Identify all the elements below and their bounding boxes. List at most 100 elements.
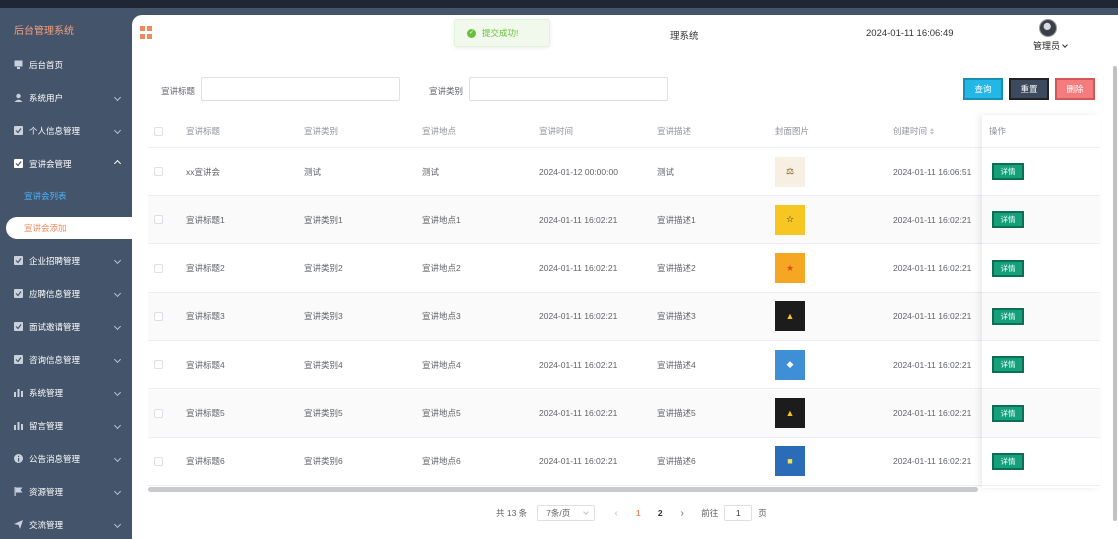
sidebar-item-applications[interactable]: 应聘信息管理: [0, 277, 132, 310]
sidebar-item-home[interactable]: 后台首页: [0, 48, 132, 81]
vertical-scrollbar[interactable]: [1113, 66, 1117, 521]
sidebar-item-seminar-management[interactable]: 宣讲会管理: [0, 147, 132, 180]
caret-down-icon: [1062, 42, 1068, 48]
table-row: 宣讲标题2 宣讲类别2 宣讲地点2 2024-01-11 16:02:21 宣讲描述2 2…: [148, 245, 1100, 293]
col-time: 宣讲时间: [539, 126, 574, 136]
goto-label: 前往: [701, 508, 719, 518]
row-checkbox[interactable]: [154, 215, 163, 225]
chevron-down-icon: [113, 126, 122, 135]
sidebar-item-system-users[interactable]: 系统用户: [0, 81, 132, 114]
detail-button[interactable]: 详情: [992, 307, 1024, 325]
sidebar-item-messages[interactable]: 留言管理: [0, 409, 132, 442]
cell-place: 宣讲地点1: [422, 214, 461, 225]
page-size-select[interactable]: 7条/页: [537, 505, 596, 521]
cell-type: 宣讲类别2: [304, 263, 343, 274]
row-checkbox[interactable]: [154, 311, 163, 321]
cell-time: 2024-01-11 16:02:21: [539, 456, 618, 467]
sidebar-item-label: 个人信息管理: [29, 125, 81, 136]
cell-type: 宣讲类别3: [304, 311, 343, 322]
sidebar-item-label: 系统用户: [29, 92, 64, 103]
cell-type: 宣讲类别4: [304, 359, 343, 370]
chevron-down-icon: [113, 421, 122, 430]
search-title-input[interactable]: [201, 77, 400, 101]
horizontal-scrollbar[interactable]: [148, 487, 978, 492]
table-row: 宣讲标题3 宣讲类别3 宣讲地点3 2024-01-11 16:02:21 宣讲描述3 2…: [148, 292, 1100, 341]
row-checkbox[interactable]: [154, 456, 163, 466]
current-datetime: 2024-01-11 16:06:49: [866, 28, 954, 39]
sidebar-item-consultation[interactable]: 咨询信息管理: [0, 343, 132, 376]
cell-title: 宣讲标题5: [186, 408, 225, 418]
col-place: 宣讲地点: [422, 126, 457, 136]
cell-type: 测试: [304, 166, 322, 177]
main-panel: ✓ 提交成功! 理系统 2024-01-11 16:06:49 管理员 宣讲标题…: [132, 15, 1118, 539]
sidebar-item-label: 宣讲会管理: [29, 158, 72, 169]
prev-page-icon[interactable]: ‹: [605, 508, 627, 519]
cell-title: 宣讲标题2: [186, 263, 225, 274]
cell-created: 2024-01-11 16:02:21: [893, 214, 972, 225]
page-1[interactable]: 1: [627, 508, 649, 518]
detail-button[interactable]: 详情: [992, 259, 1024, 277]
row-checkbox[interactable]: [154, 167, 163, 176]
cell-desc: 宣讲描述3: [657, 311, 696, 322]
reset-button[interactable]: 重置: [1009, 78, 1049, 100]
sidebar-subitem-seminar-add[interactable]: 宣讲会添加: [6, 217, 132, 239]
user-menu[interactable]: 管理员: [1033, 39, 1068, 52]
yellow-poster-icon: ☆: [775, 204, 805, 235]
sidebar-item-communication[interactable]: 交流管理: [0, 508, 132, 539]
row-checkbox[interactable]: [154, 360, 163, 370]
table-header: 宣讲标题 宣讲类别 宣讲地点 宣讲时间 宣讲描述 封面图片 创建时间 操作: [148, 115, 1100, 148]
col-created[interactable]: 创建时间: [893, 115, 935, 147]
table-row: 宣讲标题1 宣讲类别1 宣讲地点1 2024-01-11 16:02:21 宣讲描述1 2…: [148, 196, 1100, 245]
page-size-value: 7条/页: [546, 508, 571, 518]
delete-button[interactable]: 删除: [1055, 78, 1095, 100]
chevron-down-icon: [113, 289, 122, 298]
col-title: 宣讲标题: [186, 126, 221, 136]
cell-created: 2024-01-11 16:02:21: [893, 456, 972, 467]
select-all-checkbox[interactable]: [154, 126, 163, 136]
menu-toggle-icon[interactable]: [140, 26, 153, 39]
sidebar-item-recruitment[interactable]: 企业招聘管理: [0, 244, 132, 277]
sidebar-item-label: 资源管理: [29, 486, 64, 497]
detail-button[interactable]: 详情: [992, 356, 1024, 374]
goto-page-input[interactable]: 1: [724, 505, 753, 521]
detail-button[interactable]: 详情: [992, 211, 1024, 229]
app-logo: 后台管理系统: [14, 26, 74, 37]
toast-message: 提交成功!: [482, 28, 519, 38]
sidebar-item-interviews[interactable]: 面试邀请管理: [0, 310, 132, 343]
sidebar-subitem-seminar-list[interactable]: 宣讲会列表: [0, 180, 132, 212]
sidebar: 后台管理系统 后台首页 系统用户 个人信息管理 宣讲会管理 宣讲会列表 宣讲会添…: [0, 8, 132, 539]
window-top-strip: [0, 0, 1118, 8]
row-checkbox[interactable]: [154, 263, 163, 273]
detail-button[interactable]: 详情: [992, 163, 1024, 180]
cell-type: 宣讲类别1: [304, 214, 343, 225]
query-button[interactable]: 查询: [963, 78, 1003, 100]
cell-time: 2024-01-11 16:02:21: [539, 359, 618, 370]
sidebar-item-resources[interactable]: 资源管理: [0, 475, 132, 508]
sidebar-item-label: 交流管理: [29, 519, 64, 530]
next-page-icon[interactable]: ›: [671, 508, 693, 519]
page-2[interactable]: 2: [649, 508, 671, 518]
col-cover: 封面图片: [775, 126, 810, 136]
detail-button[interactable]: 详情: [992, 452, 1024, 470]
cell-created: 2024-01-11 16:06:51: [893, 166, 972, 177]
sidebar-item-system-management[interactable]: 系统管理: [0, 376, 132, 409]
sidebar-item-label: 企业招聘管理: [29, 255, 81, 266]
chevron-down-icon: [113, 520, 122, 529]
recruit-poster-icon: ▲: [775, 398, 805, 428]
search-type-label: 宣讲类别: [429, 86, 464, 96]
sidebar-item-announcements[interactable]: 公告消息管理: [0, 442, 132, 475]
chevron-down-icon: [113, 256, 122, 265]
checkbox-icon: [14, 322, 23, 331]
sidebar-item-personal-info[interactable]: 个人信息管理: [0, 114, 132, 147]
sort-icon[interactable]: [930, 127, 935, 135]
orange-poster-icon: ★: [775, 253, 805, 284]
search-type-input[interactable]: [469, 77, 668, 101]
avatar[interactable]: [1039, 19, 1057, 37]
row-checkbox[interactable]: [154, 408, 163, 418]
cell-time: 2024-01-11 16:02:21: [539, 214, 618, 225]
detail-button[interactable]: 详情: [992, 404, 1024, 422]
table-row: xx宣讲会 测试 测试 2024-01-12 00:00:00 测试 2024-01-11…: [148, 148, 1100, 196]
sidebar-item-label: 后台首页: [29, 59, 64, 70]
recruit-poster-icon: ▲: [775, 301, 805, 332]
cell-desc: 宣讲描述4: [657, 359, 696, 370]
